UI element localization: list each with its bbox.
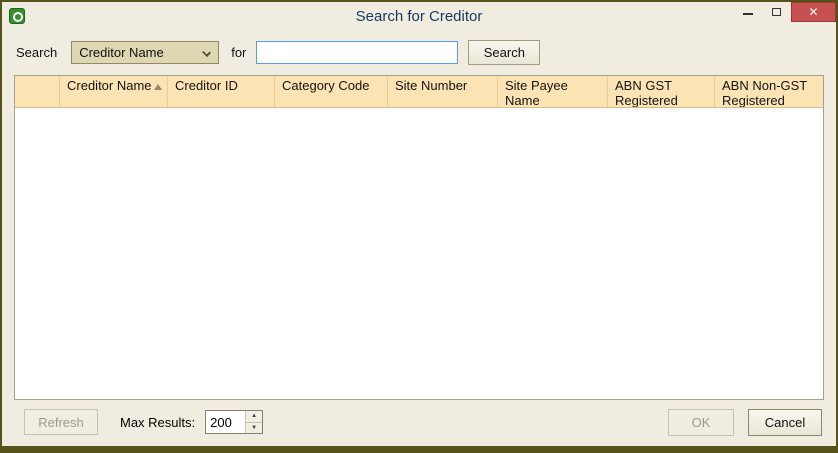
grid-body-empty bbox=[15, 108, 823, 399]
results-grid: Creditor Name Creditor ID Category Code … bbox=[14, 75, 824, 400]
for-label: for bbox=[231, 45, 246, 60]
titlebar: Search for Creditor ✕ bbox=[2, 2, 836, 30]
column-header-label: Creditor ID bbox=[175, 78, 238, 93]
maximize-icon bbox=[772, 8, 781, 16]
search-button[interactable]: Search bbox=[468, 40, 540, 65]
column-header-label: ABN Non-GST Registered bbox=[722, 78, 807, 107]
cancel-button[interactable]: Cancel bbox=[748, 409, 822, 436]
column-header-category-code[interactable]: Category Code bbox=[275, 76, 388, 107]
refresh-button[interactable]: Refresh bbox=[24, 409, 98, 435]
stepper-down-button[interactable]: ▼ bbox=[246, 422, 262, 434]
column-header-label: Site Payee Name bbox=[505, 78, 568, 107]
search-field-dropdown[interactable]: Creditor Name bbox=[71, 41, 219, 64]
minimize-icon bbox=[743, 13, 753, 15]
window-controls: ✕ bbox=[733, 2, 836, 22]
dialog-footer: Refresh Max Results: ▲ ▼ OK Cancel bbox=[2, 400, 836, 446]
column-header-label: Category Code bbox=[282, 78, 369, 93]
stepper-buttons: ▲ ▼ bbox=[245, 411, 262, 433]
max-results-label: Max Results: bbox=[120, 415, 195, 430]
search-label: Search bbox=[16, 45, 57, 60]
column-header-row-selector bbox=[15, 76, 60, 107]
minimize-button[interactable] bbox=[733, 2, 762, 22]
column-header-label: Site Number bbox=[395, 78, 467, 93]
column-header-site-payee-name[interactable]: Site Payee Name bbox=[498, 76, 608, 107]
search-bar: Search Creditor Name for Search bbox=[2, 30, 836, 75]
search-for-creditor-dialog: Search for Creditor ✕ Search Creditor Na… bbox=[0, 0, 838, 453]
max-results-input[interactable] bbox=[206, 411, 245, 433]
window-title: Search for Creditor bbox=[2, 8, 836, 25]
chevron-down-icon bbox=[202, 48, 211, 57]
stepper-up-button[interactable]: ▲ bbox=[246, 411, 262, 422]
column-header-abn-gst-registered[interactable]: ABN GST Registered bbox=[608, 76, 715, 107]
grid-header-row: Creditor Name Creditor ID Category Code … bbox=[15, 76, 823, 108]
column-header-label: ABN GST Registered bbox=[615, 78, 678, 107]
column-header-creditor-id[interactable]: Creditor ID bbox=[168, 76, 275, 107]
column-header-site-number[interactable]: Site Number bbox=[388, 76, 498, 107]
sort-ascending-icon bbox=[154, 84, 162, 90]
max-results-stepper: ▲ ▼ bbox=[205, 410, 263, 434]
ok-button[interactable]: OK bbox=[668, 409, 734, 436]
column-header-label: Creditor Name bbox=[67, 78, 152, 93]
column-header-creditor-name[interactable]: Creditor Name bbox=[60, 76, 168, 107]
search-field-dropdown-value: Creditor Name bbox=[79, 45, 164, 60]
close-button[interactable]: ✕ bbox=[791, 2, 836, 22]
column-header-abn-non-gst-registered[interactable]: ABN Non-GST Registered bbox=[715, 76, 823, 107]
maximize-button[interactable] bbox=[762, 2, 791, 22]
search-input[interactable] bbox=[256, 41, 458, 64]
